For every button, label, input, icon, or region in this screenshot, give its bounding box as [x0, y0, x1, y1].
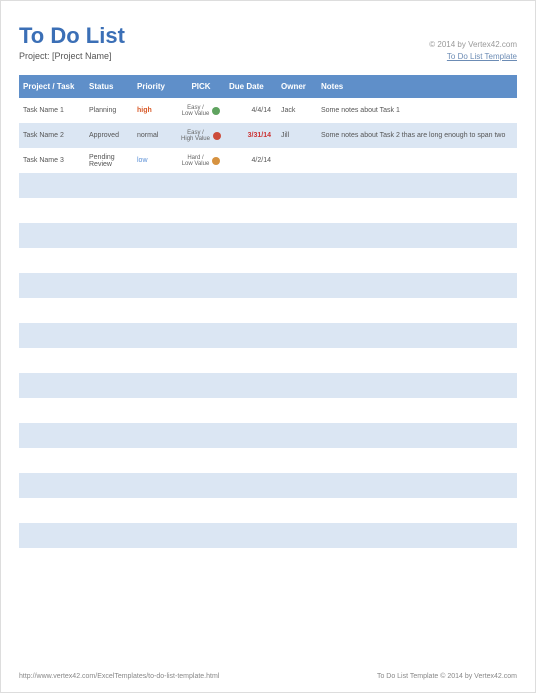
cell-due: 4/4/14	[225, 98, 277, 123]
cell-due: 4/2/14	[225, 148, 277, 173]
cell-owner: Jill	[277, 123, 317, 148]
template-link[interactable]: To Do List Template	[447, 52, 517, 61]
footer-url[interactable]: http://www.vertex42.com/ExcelTemplates/t…	[19, 673, 219, 680]
table-row-empty	[19, 248, 517, 273]
cell-status: Approved	[85, 123, 133, 148]
col-header-pick: PICK	[177, 75, 225, 98]
table-row-empty	[19, 398, 517, 423]
cell-pick: Easy /High Value	[177, 123, 225, 148]
cell-task: Task Name 1	[19, 98, 85, 123]
table-row-empty	[19, 473, 517, 498]
table-row-empty	[19, 298, 517, 323]
cell-notes: Some notes about Task 2 thas are long en…	[317, 123, 517, 148]
col-header-priority: Priority	[133, 75, 177, 98]
cell-status: Planning	[85, 98, 133, 123]
table-row: Task Name 1PlanninghighEasy /Low Value4/…	[19, 98, 517, 123]
copyright-text: © 2014 by Vertex42.com	[429, 40, 517, 49]
table-row-empty	[19, 348, 517, 373]
cell-priority: high	[133, 98, 177, 123]
cell-pick: Hard /Low Value	[177, 148, 225, 173]
col-header-notes: Notes	[317, 75, 517, 98]
table-row-empty	[19, 548, 517, 573]
table-header-row: Project / Task Status Priority PICK Due …	[19, 75, 517, 98]
cell-status: Pending Review	[85, 148, 133, 173]
table-row: Task Name 3Pending ReviewlowHard /Low Va…	[19, 148, 517, 173]
cell-owner: Jack	[277, 98, 317, 123]
status-dot-icon	[213, 132, 221, 140]
col-header-owner: Owner	[277, 75, 317, 98]
table-row-empty	[19, 223, 517, 248]
table-row-empty	[19, 173, 517, 198]
status-dot-icon	[212, 107, 220, 115]
cell-notes: Some notes about Task 1	[317, 98, 517, 123]
todo-table: Project / Task Status Priority PICK Due …	[19, 75, 517, 573]
col-header-task: Project / Task	[19, 75, 85, 98]
cell-notes	[317, 148, 517, 173]
table-row-empty	[19, 498, 517, 523]
project-label: Project: [Project Name]	[19, 51, 112, 61]
table-row-empty	[19, 323, 517, 348]
footer-attribution: To Do List Template © 2014 by Vertex42.c…	[377, 673, 517, 680]
cell-owner	[277, 148, 317, 173]
col-header-due: Due Date	[225, 75, 277, 98]
table-row-empty	[19, 423, 517, 448]
cell-pick: Easy /Low Value	[177, 98, 225, 123]
table-row-empty	[19, 448, 517, 473]
page-title: To Do List	[19, 23, 125, 49]
cell-due: 3/31/14	[225, 123, 277, 148]
cell-task: Task Name 3	[19, 148, 85, 173]
table-row-empty	[19, 523, 517, 548]
cell-priority: normal	[133, 123, 177, 148]
table-row: Task Name 2ApprovednormalEasy /High Valu…	[19, 123, 517, 148]
table-row-empty	[19, 373, 517, 398]
col-header-status: Status	[85, 75, 133, 98]
cell-task: Task Name 2	[19, 123, 85, 148]
table-row-empty	[19, 273, 517, 298]
status-dot-icon	[212, 157, 220, 165]
cell-priority: low	[133, 148, 177, 173]
table-row-empty	[19, 198, 517, 223]
